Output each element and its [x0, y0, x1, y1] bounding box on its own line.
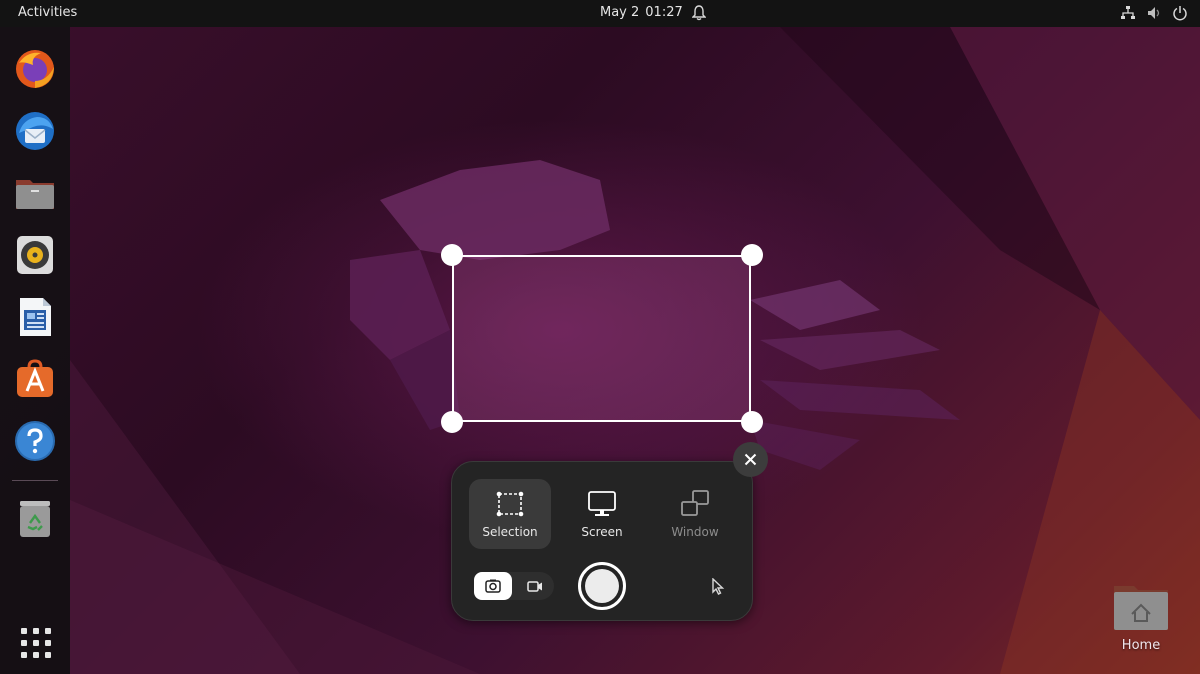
system-tray[interactable]: [1120, 5, 1188, 21]
volume-muted-icon: [1148, 7, 1160, 19]
screenshot-panel: Selection Screen Window: [451, 461, 753, 621]
selection-handle-top-right[interactable]: [741, 244, 763, 266]
time-label: 01:27: [645, 5, 683, 20]
mode-window-label: Window: [671, 525, 719, 539]
power-icon: [1173, 6, 1187, 21]
capture-button[interactable]: [578, 562, 626, 610]
capture-type-toggle: [474, 572, 554, 600]
mode-selection-button[interactable]: Selection: [469, 479, 551, 549]
mode-screen-label: Screen: [581, 525, 623, 539]
notification-bell-icon[interactable]: [692, 5, 706, 21]
dock-item-trash[interactable]: [13, 497, 57, 541]
date-label: May 2: [600, 5, 640, 20]
home-folder-icon[interactable]: [1112, 580, 1170, 632]
close-icon: [744, 453, 757, 466]
apps-grid-icon[interactable]: [20, 627, 52, 659]
trash-icon: [20, 501, 50, 537]
dock-item-libreoffice-writer[interactable]: [13, 295, 57, 339]
firefox-icon: [16, 50, 54, 88]
close-button[interactable]: [733, 442, 768, 477]
monitor-icon: [588, 491, 616, 516]
thunderbird-icon: [16, 112, 54, 150]
home-folder-label: Home: [1121, 638, 1161, 653]
selection-handle-bottom-right[interactable]: [741, 411, 763, 433]
activities-button[interactable]: Activities: [18, 5, 77, 20]
network-icon: [1121, 6, 1135, 19]
camera-icon: [485, 579, 501, 593]
mode-screen-button[interactable]: Screen: [561, 479, 643, 549]
dock-item-firefox[interactable]: [13, 47, 57, 91]
files-icon: [16, 180, 54, 209]
help-icon: [15, 421, 55, 461]
selection-handle-top-left[interactable]: [441, 244, 463, 266]
selection-handle-bottom-left[interactable]: [441, 411, 463, 433]
selection-mode-icon: [496, 491, 524, 517]
video-camera-icon: [527, 581, 542, 592]
mode-selection-label: Selection: [482, 525, 538, 539]
clock-button[interactable]: May 2 01:27: [600, 5, 689, 20]
dock-item-app-center[interactable]: [13, 357, 57, 401]
window-mode-icon: [681, 490, 709, 516]
show-pointer-icon[interactable]: [710, 578, 726, 596]
screencast-type-button[interactable]: [516, 572, 554, 600]
rhythmbox-icon: [17, 236, 53, 274]
dock-separator: [12, 480, 58, 481]
selection-area[interactable]: [452, 255, 751, 422]
screenshot-type-button[interactable]: [474, 572, 512, 600]
dock: [0, 27, 70, 674]
top-bar: Activities May 2 01:27: [0, 0, 1200, 27]
dock-item-help[interactable]: [13, 419, 57, 463]
writer-icon: [20, 298, 51, 336]
dock-item-thunderbird[interactable]: [13, 109, 57, 153]
app-center-icon: [17, 359, 53, 397]
capture-button-inner: [585, 569, 619, 603]
mode-window-button[interactable]: Window: [654, 479, 736, 549]
dock-item-files[interactable]: [13, 171, 57, 215]
dock-item-rhythmbox[interactable]: [13, 233, 57, 277]
